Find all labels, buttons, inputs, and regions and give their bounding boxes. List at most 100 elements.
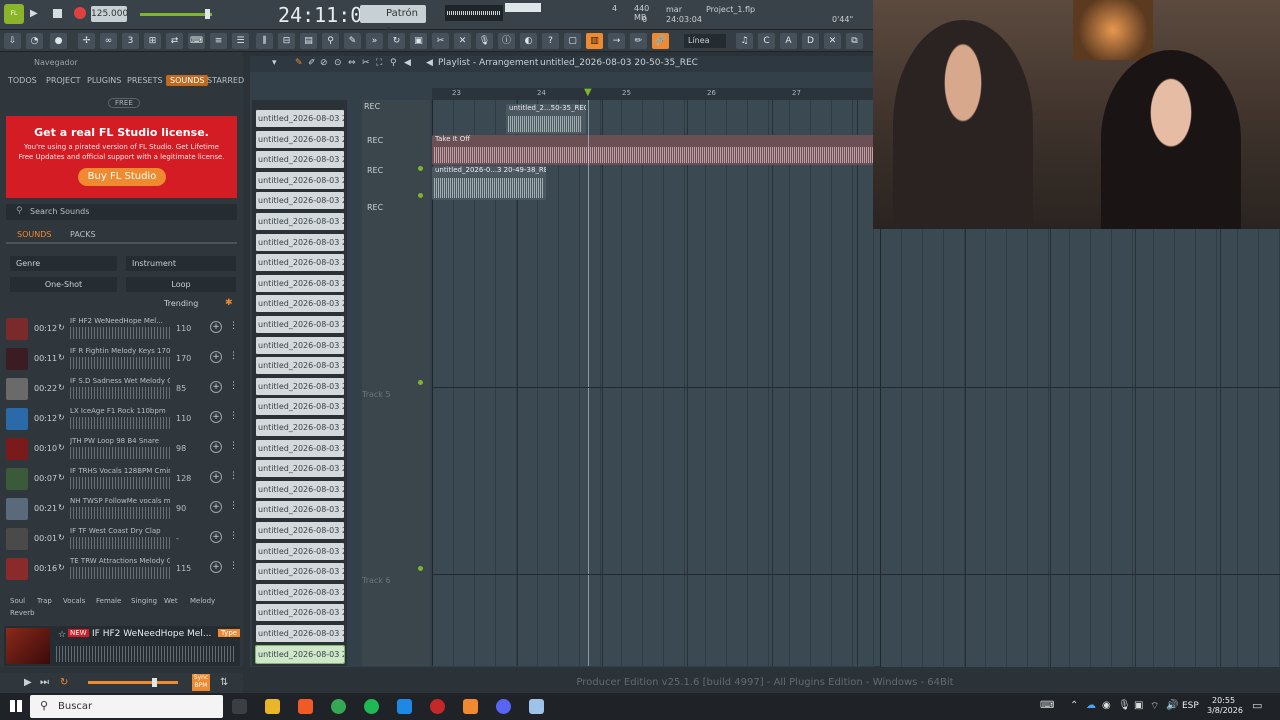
- spotify-icon[interactable]: [364, 699, 379, 714]
- clip-list-item[interactable]: untitled_2026-08-03 20-...: [256, 110, 344, 127]
- track-4-label[interactable]: REC: [367, 203, 383, 212]
- taskbar-search-input[interactable]: Buscar: [30, 695, 223, 718]
- arrangement-icon[interactable]: ▥: [586, 33, 603, 49]
- clock-time[interactable]: 20:55: [1212, 696, 1235, 705]
- tab-plugins[interactable]: PLUGINS: [87, 76, 121, 85]
- sound-row[interactable]: 00:16↻ TE TRW Attractions Melody Guitar..…: [4, 556, 239, 584]
- plugin-picker-icon[interactable]: ⚲: [322, 33, 339, 49]
- clip-list-item[interactable]: untitled_2026-08-03 20-...: [256, 171, 344, 189]
- track-4-led[interactable]: [418, 193, 423, 198]
- forward-icon[interactable]: »: [366, 33, 383, 49]
- sound-more-icon[interactable]: ⋮: [229, 381, 238, 391]
- track-5-led[interactable]: [418, 380, 423, 385]
- stamp-icon[interactable]: ♫: [736, 33, 753, 49]
- zoom-tool-icon[interactable]: ⚲: [390, 58, 397, 68]
- alt-key-button[interactable]: A: [780, 33, 797, 49]
- sound-loop-icon[interactable]: ↻: [58, 443, 65, 452]
- filter-icon[interactable]: ✱: [225, 298, 233, 308]
- slip-tool-icon[interactable]: ⇔: [348, 58, 356, 68]
- subtab-packs[interactable]: PACKS: [70, 230, 96, 239]
- clip-list-item[interactable]: untitled_2026-08-03 20-...: [256, 192, 344, 210]
- clip-list-item[interactable]: untitled_2026-08-03 20-...: [256, 295, 344, 313]
- sound-more-icon[interactable]: ⋮: [229, 531, 238, 541]
- clip-list-item[interactable]: untitled_2026-08-03 20-...: [256, 625, 344, 642]
- audio-clip-rec-1[interactable]: untitled_2...50-35_REC: [506, 104, 586, 134]
- tag-chip[interactable]: Trap: [37, 597, 52, 605]
- sound-loop-icon[interactable]: ↻: [58, 413, 65, 422]
- free-badge[interactable]: FREE: [108, 98, 140, 108]
- master-volume-knob[interactable]: [205, 9, 210, 19]
- sound-row[interactable]: 00:11↻ IF R Fightin Melody Keys 170BPM...…: [4, 346, 239, 374]
- clip-list-item[interactable]: untitled_2026-08-03 20-...: [256, 233, 344, 251]
- sound-row[interactable]: 00:07 ↻ IF TRHS Vocals 128BPM Cmin 128 + ⋮: [4, 466, 239, 494]
- clip-list-item[interactable]: untitled_2026-08-03 20-...: [256, 151, 344, 169]
- add-sound-icon[interactable]: +: [210, 441, 222, 453]
- sounds-search-input[interactable]: ⚲ Search Sounds: [6, 204, 237, 220]
- clip-list-item[interactable]: untitled_2026-08-03 20-...: [255, 644, 345, 664]
- tag-chip[interactable]: Melody: [190, 597, 215, 605]
- save-icon[interactable]: ▣: [410, 33, 427, 49]
- fl-studio-taskbar-icon[interactable]: [463, 699, 478, 714]
- oneshot-filter[interactable]: One-Shot: [10, 277, 117, 292]
- windows-start-icon[interactable]: [10, 700, 22, 712]
- clip-list-item[interactable]: untitled_2026-08-03 20-...: [256, 501, 344, 519]
- clip-list-item[interactable]: untitled_2026-08-03 20-...: [256, 316, 344, 333]
- countdown-icon[interactable]: 3: [122, 33, 139, 49]
- tempo-display[interactable]: 125.000: [91, 6, 128, 22]
- pattern-selector[interactable]: Patrón 1: [360, 5, 426, 37]
- playlist-icon[interactable]: ☰: [232, 33, 249, 49]
- brush-tool-icon[interactable]: ✎: [295, 58, 303, 68]
- clip-list-item[interactable]: untitled_2026-08-03 20-...: [256, 357, 344, 375]
- track-1-label[interactable]: REC: [364, 102, 380, 111]
- clip-list-item[interactable]: untitled_2026-08-03 20-...: [256, 398, 344, 416]
- preview-volume-knob[interactable]: [152, 678, 157, 687]
- sound-more-icon[interactable]: ⋮: [229, 411, 238, 421]
- language-indicator[interactable]: ESP: [1182, 701, 1199, 711]
- sound-loop-icon[interactable]: ↻: [58, 383, 65, 392]
- track-3-led[interactable]: [418, 166, 423, 171]
- wait-icon[interactable]: ●: [50, 33, 67, 49]
- tag-chip[interactable]: Wet: [164, 597, 178, 605]
- stop-icon[interactable]: [53, 9, 62, 18]
- typing-keyboard-icon[interactable]: ⌨: [188, 33, 205, 49]
- cross-icon[interactable]: ✕: [824, 33, 841, 49]
- sync-bpm-button[interactable]: Sync BPM: [192, 674, 210, 691]
- notepad-icon[interactable]: [529, 699, 544, 714]
- clip-list-item[interactable]: untitled_2026-08-03 20-...: [256, 130, 344, 148]
- sound-row[interactable]: 00:12 ↻ IF HF2 WeNeedHope Mel... 110 + ⋮: [4, 316, 239, 344]
- display-tray-icon[interactable]: ▣: [1134, 700, 1143, 711]
- clip-list-item[interactable]: untitled_2026-08-03 20-...: [256, 377, 344, 395]
- buy-fl-studio-button[interactable]: Buy FL Studio: [78, 168, 166, 186]
- slice-tool-icon[interactable]: ✂: [362, 58, 370, 68]
- clip-list-item[interactable]: untitled_2026-08-03 20-...: [256, 522, 344, 539]
- pattern-mode-icon[interactable]: ∞: [100, 33, 117, 49]
- sound-more-icon[interactable]: ⋮: [229, 351, 238, 361]
- sound-loop-icon[interactable]: ↻: [58, 353, 65, 362]
- playlist-grid-extension[interactable]: [880, 229, 1280, 667]
- discord-icon[interactable]: [496, 699, 511, 714]
- genre-filter[interactable]: Genre: [10, 256, 117, 271]
- audio-clip-rec-2[interactable]: untitled_2026-0...3 20-49-38_REC: [432, 166, 546, 200]
- delete-tool-icon[interactable]: ⊘: [320, 58, 328, 68]
- add-sound-icon[interactable]: +: [210, 381, 222, 393]
- arrow-right-icon[interactable]: →: [608, 33, 625, 49]
- select-tool-icon[interactable]: ⛶: [376, 58, 382, 68]
- sound-loop-icon[interactable]: ↻: [58, 563, 65, 572]
- wifi-icon[interactable]: ⌔: [1150, 700, 1159, 713]
- keyboard-icon[interactable]: ⌨: [1040, 700, 1054, 711]
- tag-chip[interactable]: Soul: [10, 597, 25, 605]
- record-icon[interactable]: [74, 7, 86, 19]
- master-volume-slider[interactable]: [140, 13, 212, 16]
- sound-more-icon[interactable]: ⋮: [229, 501, 238, 511]
- subtab-sounds[interactable]: SOUNDS: [17, 230, 51, 239]
- sound-loop-icon[interactable]: ↻: [58, 503, 65, 512]
- network-tray-icon[interactable]: ◉: [1102, 700, 1111, 711]
- add-sound-icon[interactable]: +: [210, 501, 222, 513]
- clip-list-item[interactable]: untitled_2026-08-03 20-...: [256, 542, 344, 560]
- sound-more-icon[interactable]: ⋮: [229, 321, 238, 331]
- sound-loop-icon[interactable]: ↻: [58, 533, 65, 542]
- sound-loop-icon[interactable]: ↻: [58, 473, 65, 482]
- shuffle-icon[interactable]: ⇅: [220, 677, 228, 688]
- preview-loop-icon[interactable]: ↻: [60, 677, 68, 688]
- playlist-menu-icon[interactable]: ▾: [272, 58, 277, 68]
